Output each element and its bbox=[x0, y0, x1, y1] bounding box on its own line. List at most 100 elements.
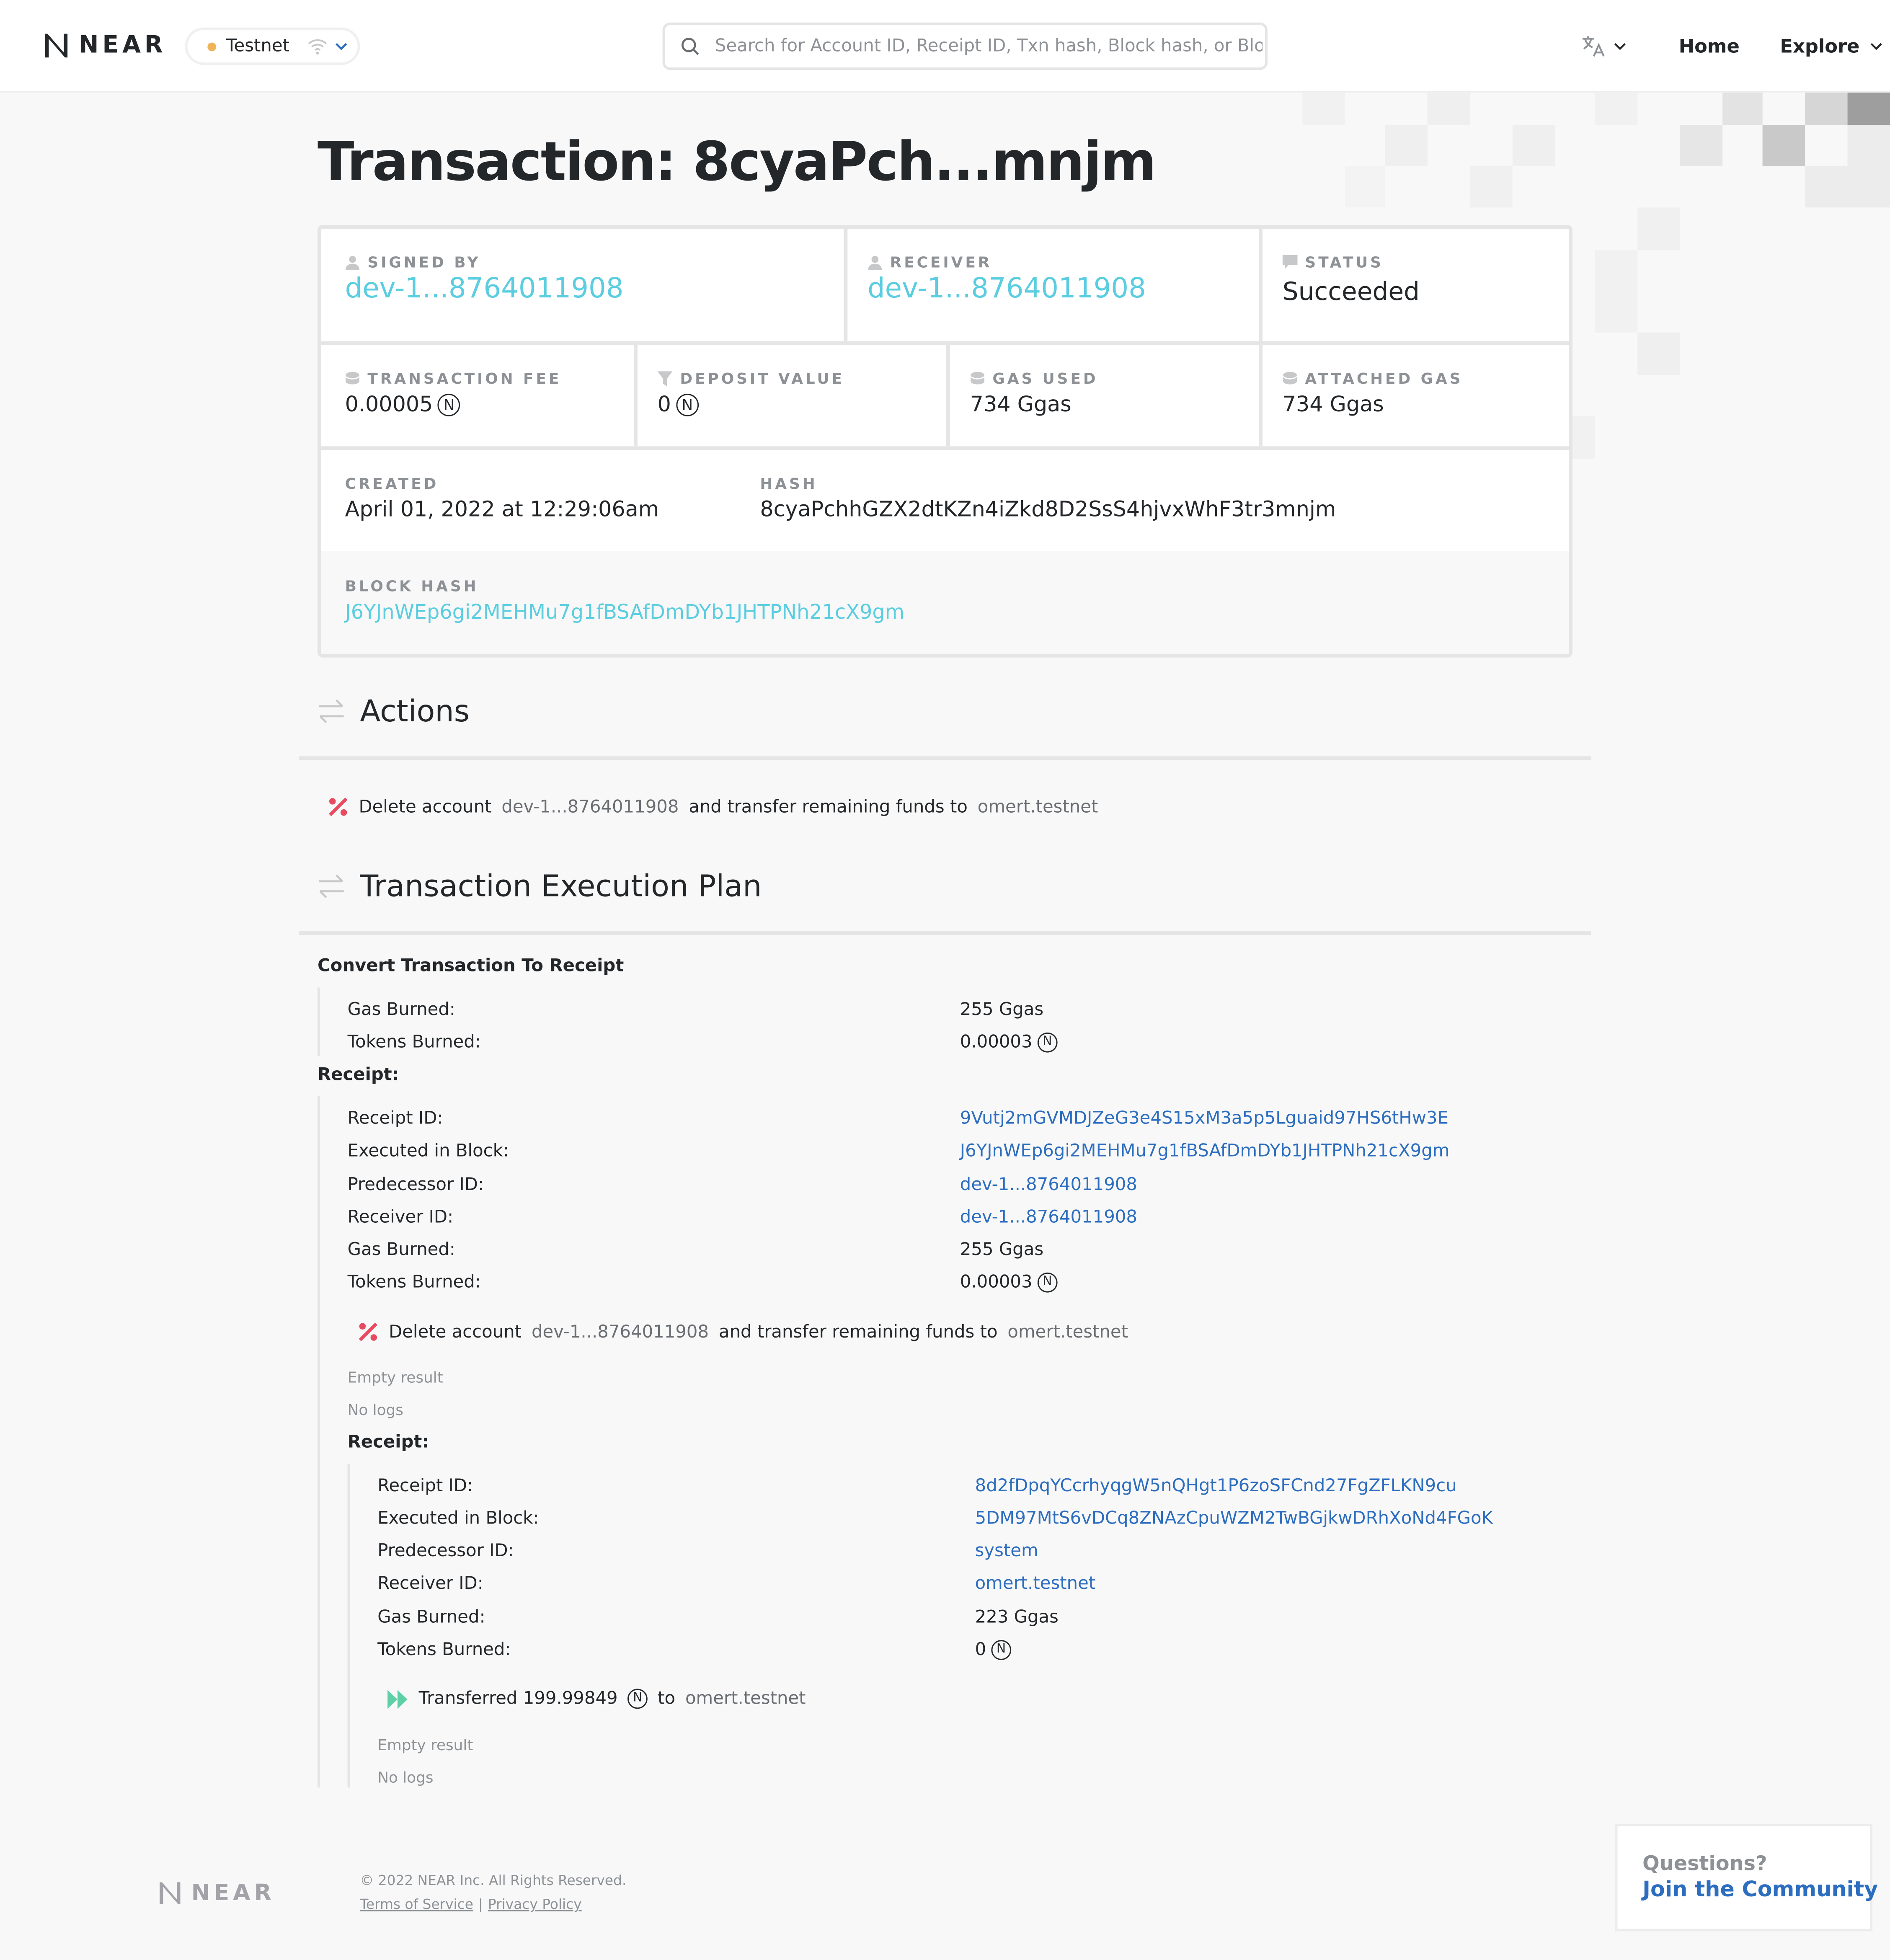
created-value: April 01, 2022 at 12:29:06am bbox=[345, 497, 659, 523]
near-token-icon: N bbox=[1037, 1272, 1058, 1293]
search-input[interactable] bbox=[712, 35, 1265, 58]
receipt1-gas-burned: 255 Ggas bbox=[960, 1240, 1044, 1260]
receipt1-result: Empty result bbox=[347, 1369, 443, 1387]
deposit-value-label: DEPOSIT VALUE bbox=[680, 370, 844, 388]
receipt2-gas-burned: 223 Ggas bbox=[975, 1607, 1059, 1628]
search-icon bbox=[681, 38, 699, 55]
wifi-icon bbox=[307, 39, 326, 55]
attached-gas-label: ATTACHED GAS bbox=[1305, 370, 1463, 388]
gas-used-label: GAS USED bbox=[992, 370, 1098, 388]
attached-gas-cell: ATTACHED GAS 734 Ggas bbox=[1259, 345, 1463, 418]
footer-copyright: © 2022 NEAR Inc. All Rights Reserved. bbox=[360, 1872, 627, 1889]
convert-section-label: Convert Transaction To Receipt bbox=[317, 956, 624, 976]
receipt2-block-link[interactable]: 5DM97MtS6vDCq8ZNAzCpuWZM2TwBGjkwDRhXoNd4… bbox=[975, 1509, 1493, 1529]
top-header: NEAR Testnet Search for Account ID, Rece… bbox=[0, 0, 1890, 93]
receipt2-result: Empty result bbox=[377, 1736, 473, 1754]
created-cell: CREATED April 01, 2022 at 12:29:06am bbox=[321, 450, 659, 522]
user-icon bbox=[868, 256, 882, 270]
coins-icon bbox=[346, 372, 359, 385]
gas-used-cell: GAS USED 734 Ggas bbox=[946, 345, 1098, 418]
receipt2-transfer-target-link[interactable]: omert.testnet bbox=[685, 1689, 806, 1709]
network-name: Testnet bbox=[226, 36, 289, 57]
receipt1-action-beneficiary-link[interactable]: omert.testnet bbox=[1007, 1322, 1128, 1342]
filter-icon bbox=[657, 371, 673, 387]
near-token-icon: N bbox=[627, 1689, 648, 1709]
nav-explore-label: Explore bbox=[1780, 35, 1860, 58]
status-value: Succeeded bbox=[1282, 276, 1420, 307]
chevron-down-icon bbox=[1614, 42, 1626, 50]
near-logo-icon bbox=[45, 34, 68, 58]
transfer-arrows-icon bbox=[318, 874, 344, 899]
receipt2-action-transfer: Transferred 199.99849 N to omert.testnet bbox=[387, 1689, 806, 1709]
receipt1-block-link[interactable]: J6YJnWEp6gi2MEHMu7g1fBSAfDmDYb1JHTPNh21c… bbox=[960, 1141, 1450, 1162]
receipt1-predecessor-link[interactable]: dev-1...8764011908 bbox=[960, 1175, 1137, 1195]
brand-name: NEAR bbox=[79, 31, 167, 59]
network-selector[interactable]: Testnet bbox=[185, 27, 360, 65]
receiver-link[interactable]: dev-1...8764011908 bbox=[868, 274, 1146, 305]
translate-icon bbox=[1582, 36, 1605, 57]
execution-plan-heading: Transaction Execution Plan bbox=[318, 869, 762, 904]
receipt1-receiver-link[interactable]: dev-1...8764011908 bbox=[960, 1208, 1137, 1228]
nav-home[interactable]: Home bbox=[1679, 35, 1740, 58]
transaction-fee-value: 0.00005 bbox=[345, 393, 433, 418]
search-box[interactable] bbox=[662, 22, 1268, 70]
help-question: Questions? bbox=[1642, 1851, 1767, 1875]
receipt1-action-delete-account: Delete account dev-1...8764011908 and tr… bbox=[357, 1321, 1128, 1343]
page-canvas: NEAR Testnet Search for Account ID, Rece… bbox=[0, 0, 1890, 1960]
signed-by-cell: SIGNED BY dev-1...8764011908 bbox=[321, 229, 624, 305]
join-community-link[interactable]: Join the Community bbox=[1642, 1877, 1878, 1903]
community-help-box[interactable]: Questions? Join the Community bbox=[1615, 1823, 1878, 1932]
terms-link[interactable]: Terms of Service bbox=[360, 1896, 473, 1913]
block-hash-link[interactable]: J6YJnWEp6gi2MEHMu7g1fBSAfDmDYb1JHTPNh21c… bbox=[345, 600, 905, 624]
action-account-link[interactable]: dev-1...8764011908 bbox=[501, 797, 679, 817]
status-label: STATUS bbox=[1305, 253, 1384, 271]
receipt2-logs: No logs bbox=[377, 1769, 434, 1787]
gas-used-value: 734 Ggas bbox=[970, 393, 1072, 418]
chevron-down-icon bbox=[335, 42, 346, 50]
block-hash-cell: BLOCK HASH J6YJnWEp6gi2MEHMu7g1fBSAfDmDY… bbox=[321, 553, 905, 624]
coins-icon bbox=[971, 372, 985, 385]
actions-title: Actions bbox=[360, 694, 470, 729]
coins-icon bbox=[1283, 372, 1297, 385]
transfer-arrows-icon bbox=[318, 699, 344, 723]
footer-logo[interactable]: NEAR bbox=[156, 1879, 275, 1906]
network-status-dot bbox=[207, 41, 217, 51]
attached-gas-value: 734 Ggas bbox=[1282, 393, 1384, 418]
near-token-icon: N bbox=[676, 394, 699, 416]
execution-plan-title: Transaction Execution Plan bbox=[360, 868, 762, 904]
delete-account-icon bbox=[329, 798, 348, 816]
footer-brand: NEAR bbox=[191, 1879, 275, 1906]
receipt1-tokens-burned: 0.00003 bbox=[960, 1272, 1033, 1293]
chevron-down-icon bbox=[1870, 42, 1882, 50]
receiver-cell: RECEIVER dev-1...8764011908 bbox=[844, 229, 1146, 305]
transaction-fee-cell: TRANSACTION FEE 0.00005 N bbox=[321, 345, 562, 418]
action-beneficiary-link[interactable]: omert.testnet bbox=[978, 797, 1098, 817]
page-title: Transaction: 8cyaPch...mnjm bbox=[317, 131, 1157, 194]
block-hash-label: BLOCK HASH bbox=[345, 577, 479, 595]
transaction-fee-label: TRANSACTION FEE bbox=[367, 370, 562, 388]
receipt1-id-link[interactable]: 9Vutj2mGVMDJZeG3e4S15xM3a5p5Lguaid97HS6t… bbox=[960, 1109, 1448, 1129]
convert-gas-burned: 255 Ggas bbox=[960, 1000, 1044, 1020]
receipt2-tokens-burned: 0 bbox=[975, 1640, 986, 1660]
near-logo[interactable]: NEAR bbox=[41, 30, 166, 60]
user-icon bbox=[346, 256, 359, 270]
deposit-value: 0 bbox=[657, 393, 671, 418]
receipt2-id-link[interactable]: 8d2fDpqYCcrhyqgW5nQHgt1P6zoSFCnd27FgZFLK… bbox=[975, 1476, 1457, 1496]
language-selector[interactable] bbox=[1581, 35, 1626, 58]
signed-by-link[interactable]: dev-1...8764011908 bbox=[345, 274, 624, 305]
nav-explore[interactable]: Explore bbox=[1780, 35, 1882, 58]
receiver-label: RECEIVER bbox=[890, 253, 992, 271]
receipt2-predecessor-link[interactable]: system bbox=[975, 1541, 1038, 1561]
near-token-icon: N bbox=[991, 1640, 1011, 1660]
created-label: CREATED bbox=[345, 475, 439, 493]
receipt1-action-account-link[interactable]: dev-1...8764011908 bbox=[532, 1322, 709, 1342]
deposit-value-cell: DEPOSIT VALUE 0 N bbox=[634, 345, 844, 418]
receipt2-receiver-link[interactable]: omert.testnet bbox=[975, 1574, 1096, 1594]
hash-label: HASH bbox=[760, 475, 818, 493]
near-logo-icon bbox=[160, 1882, 181, 1904]
receipt1-logs: No logs bbox=[347, 1401, 403, 1419]
delete-account-icon bbox=[359, 1322, 377, 1341]
signed-by-label: SIGNED BY bbox=[367, 253, 481, 271]
privacy-link[interactable]: Privacy Policy bbox=[488, 1896, 582, 1913]
actions-divider bbox=[299, 756, 1591, 760]
